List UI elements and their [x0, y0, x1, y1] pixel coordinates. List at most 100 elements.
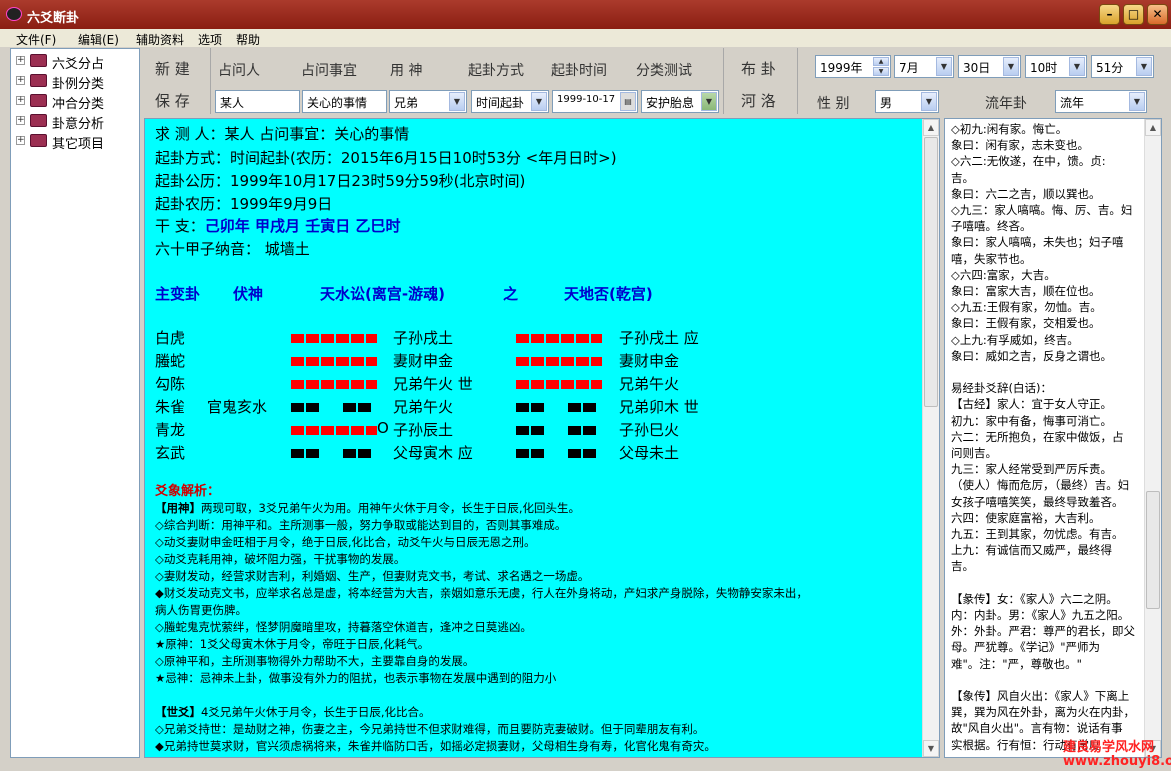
commentary-line: 吉。 [951, 170, 974, 185]
day-select[interactable]: 30日 ▼ [958, 55, 1021, 78]
tree-item-cases[interactable]: + 卦例分类 [11, 71, 139, 92]
analysis-line: ◆财爻发动克文书，应举求名总是虚，将本经营为大吉，亲姻如意乐无虞，行人在外身将动… [155, 586, 808, 600]
expand-icon[interactable]: + [16, 56, 25, 65]
yao-row: 玄武 父母寅木 应 父母未土 [155, 442, 915, 464]
liunian-select[interactable]: 流年 ▼ [1055, 90, 1147, 113]
yongshen-label: 用 神 [390, 63, 423, 79]
six-god-label: 玄武 [155, 444, 186, 462]
expand-icon[interactable]: + [16, 76, 25, 85]
changed-yin-line [516, 403, 602, 412]
changed-yao-label: 妻财申金 [619, 352, 680, 370]
menu-edit[interactable]: 编辑(E) [78, 31, 119, 48]
divination-result-panel[interactable]: 求 测 人：某人 占问事宜：关心的事情 起卦方式：时间起卦(农历：2015年6月… [144, 118, 940, 758]
expand-icon[interactable]: + [16, 96, 25, 105]
scroll-thumb[interactable] [1146, 491, 1160, 609]
six-god-label: 白虎 [155, 329, 186, 347]
maximize-button[interactable]: □ [1123, 4, 1144, 25]
test-select[interactable]: 安护胎息 ▼ [641, 90, 719, 113]
new-button[interactable]: 新 建 [155, 58, 190, 79]
watermark: 建良易学风水网www.zhouyi8.org [1063, 740, 1171, 769]
yin-line [291, 403, 377, 412]
yongshen-select[interactable]: 兄弟 ▼ [389, 90, 467, 113]
layout-button[interactable]: 布 卦 [741, 58, 776, 79]
hour-select[interactable]: 10时 ▼ [1025, 55, 1087, 78]
commentary-line: 巽，巽为风在外卦，离为火在内卦， [951, 705, 1135, 720]
test-label: 分类测试 [636, 63, 692, 79]
yang-line [291, 380, 377, 389]
changed-yao-label: 兄弟卯木 世 [619, 398, 699, 416]
changed-yang-line [516, 334, 602, 343]
expand-icon[interactable]: + [16, 136, 25, 145]
chevron-down-icon[interactable]: ▼ [936, 57, 952, 76]
commentary-line: 象曰：六二之吉，顺以巽也。 [951, 186, 1101, 201]
scroll-thumb[interactable] [924, 137, 938, 407]
tree-item-other[interactable]: + 其它项目 [11, 131, 139, 152]
time-picker[interactable]: 1999-10-17 ▤ [552, 90, 638, 113]
tree-item-meaning[interactable]: + 卦意分析 [11, 111, 139, 132]
menu-bar: 文件(F) 编辑(E) 辅助资料 选项 帮助 [0, 29, 1171, 47]
method-label: 起卦方式 [468, 63, 524, 79]
menu-file[interactable]: 文件(F) [16, 31, 56, 48]
method-select[interactable]: 时间起卦 ▼ [471, 90, 549, 113]
tree-item-chonghe[interactable]: + 冲合分类 [11, 91, 139, 112]
yao-label: 子孙辰土 [393, 421, 454, 439]
scroll-down-icon[interactable]: ▼ [923, 740, 939, 757]
changed-yao-label: 子孙戌土 应 [619, 329, 699, 347]
spin-up-icon[interactable]: ▲ [873, 57, 889, 66]
menu-reference[interactable]: 辅助资料 [136, 31, 184, 48]
analysis-line: ◇妻财发动，经营求财吉利，利婚姻、生产，但妻财克文书，考试、求名遇之一场虚。 [155, 569, 590, 583]
commentary-line: 九五：王到其家，勿忧虑。有吉。 [951, 527, 1124, 541]
commentary-line: 外：外卦。严君：尊严的君长，即父 [951, 624, 1135, 639]
chevron-down-icon[interactable]: ▼ [1069, 57, 1085, 76]
chevron-down-icon[interactable]: ▼ [531, 92, 547, 111]
chevron-down-icon[interactable]: ▼ [921, 92, 937, 111]
scroll-up-icon[interactable]: ▲ [923, 119, 939, 136]
gua-zhu-label: 主变卦 [155, 285, 201, 303]
commentary-line: 故"风自火出"。言有物：说话有事 [951, 721, 1123, 736]
analysis-title: 爻象解析： [155, 484, 221, 499]
expand-icon[interactable]: + [16, 116, 25, 125]
month-select[interactable]: 7月 ▼ [894, 55, 954, 78]
chevron-down-icon[interactable]: ▼ [1129, 92, 1145, 111]
matter-input[interactable]: 关心的事情 [302, 90, 387, 113]
commentary-line: ◇九三：家人嗃嗃。悔、厉、吉。妇 [951, 203, 1133, 217]
chevron-down-icon[interactable]: ▼ [701, 92, 717, 111]
tree-item-liuyao[interactable]: + 六爻分占 [11, 51, 139, 72]
commentary-line: 难"。注："严，尊敬也。" [951, 656, 1082, 671]
minimize-button[interactable]: – [1099, 4, 1120, 25]
heluo-button[interactable]: 河 洛 [741, 90, 776, 111]
main-scrollbar[interactable]: ▲ ▼ [922, 119, 939, 757]
chevron-down-icon[interactable]: ▼ [1136, 57, 1152, 76]
yao-label: 妻财申金 [393, 352, 454, 370]
close-button[interactable]: ✕ [1147, 4, 1168, 25]
hexagram-text-panel[interactable]: ◇初九:闲有家。悔亡。 象曰：闲有家，志未变也。 ◇六二:无攸遂，在中，馈。贞: 吉… [944, 118, 1162, 758]
save-button[interactable]: 保 存 [155, 90, 190, 111]
commentary-line: 易经卦爻辞(白话)： [951, 381, 1052, 396]
yang-line [291, 426, 377, 435]
minute-select[interactable]: 51分 ▼ [1091, 55, 1154, 78]
chevron-down-icon[interactable]: ▼ [1003, 57, 1019, 76]
commentary-line: ◇六四:富家，大吉。 [951, 267, 1056, 282]
menu-help[interactable]: 帮助 [236, 31, 260, 48]
commentary-line: 嘻，失家节也。 [951, 251, 1032, 266]
menu-options[interactable]: 选项 [198, 31, 222, 48]
spin-down-icon[interactable]: ▼ [873, 67, 889, 76]
commentary-line: 【象传】风自火出：《家人》下离上 [951, 689, 1130, 703]
commentary-line: 【彖传】女：《家人》六二之阴。 [951, 591, 1118, 606]
asker-input[interactable]: 某人 [215, 90, 300, 113]
chevron-down-icon[interactable]: ▼ [449, 92, 465, 111]
asker-line: 求 测 人：某人 占问事宜：关心的事情 [155, 125, 410, 143]
scroll-up-icon[interactable]: ▲ [1145, 119, 1161, 136]
fushen-label: 官鬼亥水 [207, 398, 268, 416]
commentary-line: 象曰：王假有家，交相爱也。 [951, 316, 1101, 331]
changed-yao-label: 兄弟午火 [619, 375, 680, 393]
year-spinner[interactable]: 1999年 ▲ ▼ [815, 55, 891, 78]
calendar-icon[interactable]: ▤ [620, 92, 636, 111]
right-scrollbar[interactable]: ▲ ▼ [1144, 119, 1161, 757]
changed-yin-line [516, 426, 602, 435]
analysis-line: 【用神】两现可取，3爻兄弟午火为用。用神午火休于月令，长生于日辰,化回头生。 [155, 501, 580, 515]
analysis-line: ◇螣蛇鬼克忧萦绊，怪梦阴魔暗里攻，持暮落空休道吉，逢冲之日莫逃凶。 [155, 620, 532, 634]
asker-label: 占问人 [218, 63, 260, 79]
gender-label: 性 别 [817, 96, 850, 112]
gender-select[interactable]: 男 ▼ [875, 90, 939, 113]
